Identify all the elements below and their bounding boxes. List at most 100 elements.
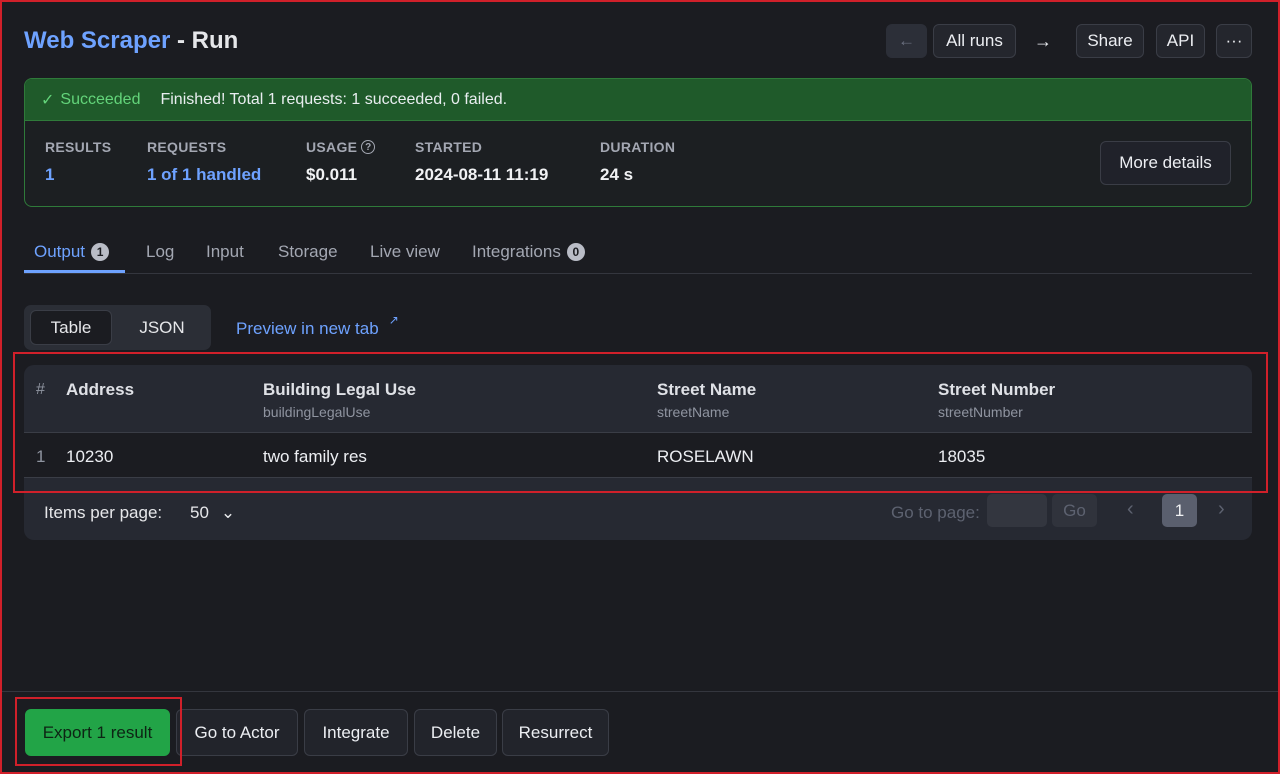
arrow-left-icon: ← (898, 31, 915, 50)
status-state: ✓ Succeeded (41, 90, 140, 110)
table-view-label: Table (50, 317, 92, 337)
stat-requests-value[interactable]: 1 of 1 handled (147, 165, 261, 185)
column-field-name: streetNumber (938, 404, 1023, 420)
stat-duration-value: 24 s (600, 165, 634, 184)
page-name: Run (191, 27, 239, 54)
chevron-left-icon: ‹ (1127, 498, 1134, 520)
resurrect-label: Resurrect (518, 722, 593, 742)
stat-started-value: 2024-08-11 11:19 (415, 165, 549, 184)
action-footer: Export 1 result Go to Actor Integrate De… (0, 691, 1280, 774)
index-column-header: # (36, 381, 45, 398)
items-per-page-select[interactable]: 50 ⌄ (190, 503, 235, 523)
tab-integrations-label: Integrations (472, 242, 561, 261)
next-page-button[interactable]: › (1218, 498, 1225, 521)
prev-page-button[interactable]: ‹ (1127, 498, 1134, 521)
preview-in-new-tab-link[interactable]: Preview in new tab ↗ (236, 313, 399, 339)
json-view-button[interactable]: JSON (120, 310, 204, 345)
help-icon[interactable]: ? (361, 140, 376, 154)
stat-requests-label: REQUESTS (147, 139, 227, 155)
all-runs-button[interactable]: All runs (933, 24, 1016, 58)
more-actions-button[interactable]: ··· (1216, 24, 1252, 58)
actor-name-link[interactable]: Web Scraper (24, 27, 170, 54)
go-to-page-input[interactable] (987, 494, 1047, 527)
stat-started: STARTED 2024-08-11 11:19 (415, 139, 548, 185)
api-label: API (1166, 31, 1195, 50)
active-tab-indicator (24, 270, 125, 273)
tab-storage[interactable]: Storage (278, 237, 338, 267)
go-to-actor-button[interactable]: Go to Actor (176, 709, 298, 756)
stat-duration: DURATION 24 s (600, 139, 675, 185)
tab-storage-label: Storage (278, 242, 338, 261)
stat-usage: USAGE ? $0.011 (306, 139, 376, 185)
items-per-page-label: Items per page: (44, 503, 163, 522)
table-header: # Address Building Legal Use buildingLeg… (24, 365, 1252, 433)
next-run-button[interactable]: → (1026, 24, 1060, 58)
resurrect-button[interactable]: Resurrect (502, 709, 609, 756)
page-number-label: 1 (1174, 500, 1185, 520)
run-header: Web Scraper - Run ← All runs → Share API… (24, 24, 1256, 60)
tab-input[interactable]: Input (206, 237, 244, 267)
items-per-page-value: 50 (190, 503, 209, 522)
results-table: # Address Building Legal Use buildingLeg… (24, 365, 1252, 540)
external-link-icon: ↗ (388, 313, 399, 327)
table-row: 1 10230 two family res ROSELAWN 18035 (24, 433, 1252, 478)
tab-live-view-label: Live view (370, 242, 440, 261)
integrate-button[interactable]: Integrate (304, 709, 408, 756)
column-header-building-legal-use[interactable]: Building Legal Use buildingLegalUse (263, 380, 416, 420)
json-view-label: JSON (139, 317, 185, 337)
export-results-button[interactable]: Export 1 result (25, 709, 170, 756)
cell-street-number: 18035 (938, 447, 986, 466)
integrate-label: Integrate (322, 722, 390, 742)
tab-integrations[interactable]: Integrations 0 (472, 237, 585, 267)
tab-live-view[interactable]: Live view (370, 237, 440, 267)
view-toggle: Table JSON (24, 305, 211, 350)
column-title: Street Number (938, 380, 1056, 399)
column-title: Address (66, 380, 135, 399)
stat-requests: REQUESTS 1 of 1 handled (147, 139, 261, 185)
previous-run-button[interactable]: ← (886, 24, 927, 58)
go-button[interactable]: Go (1052, 494, 1097, 527)
share-label: Share (1087, 31, 1133, 50)
stat-started-label: STARTED (415, 139, 483, 155)
column-header-street-number[interactable]: Street Number streetNumber (938, 380, 1055, 420)
column-title: Building Legal Use (263, 380, 417, 399)
go-to-actor-label: Go to Actor (194, 722, 280, 742)
stat-usage-label-text: USAGE (306, 139, 358, 155)
tab-log[interactable]: Log (146, 237, 174, 267)
export-label: Export 1 result (42, 722, 153, 742)
cell-address: 10230 (66, 447, 114, 466)
tab-input-label: Input (206, 242, 244, 261)
more-details-button[interactable]: More details (1100, 141, 1231, 185)
tab-log-label: Log (146, 242, 175, 261)
tab-output[interactable]: Output 1 (34, 237, 110, 267)
table-view-button[interactable]: Table (30, 310, 112, 345)
pagination-bar: Items per page: 50 ⌄ Go to page: Go ‹ 1 … (24, 478, 1252, 540)
status-banner: ✓ Succeeded Finished! Total 1 requests: … (25, 79, 1251, 121)
tab-integrations-badge: 0 (566, 243, 585, 261)
column-header-address[interactable]: Address (66, 380, 134, 400)
checkmark-icon: ✓ (41, 91, 55, 109)
status-state-label: Succeeded (60, 90, 141, 108)
stat-results: RESULTS 1 (45, 139, 111, 185)
title-separator: - (170, 27, 192, 54)
preview-link-label: Preview in new tab (236, 319, 379, 338)
run-status-card: ✓ Succeeded Finished! Total 1 requests: … (24, 78, 1252, 207)
cell-building-legal-use: two family res (263, 447, 367, 466)
share-button[interactable]: Share (1076, 24, 1144, 58)
status-message: Finished! Total 1 requests: 1 succeeded,… (160, 90, 508, 108)
column-header-street-name[interactable]: Street Name streetName (657, 380, 756, 420)
go-to-page-label: Go to page: (891, 503, 980, 522)
delete-button[interactable]: Delete (414, 709, 497, 756)
stat-results-value[interactable]: 1 (45, 165, 111, 185)
tab-output-badge: 1 (91, 243, 110, 261)
page-number-button[interactable]: 1 (1162, 494, 1197, 527)
stat-usage-label: USAGE ? (306, 139, 376, 155)
cell-street-name: ROSELAWN (657, 447, 754, 466)
stat-results-label: RESULTS (45, 139, 112, 155)
column-title: Street Name (657, 380, 757, 399)
ellipsis-icon: ··· (1225, 31, 1243, 50)
stat-usage-value: $0.011 (306, 165, 358, 184)
stat-duration-label: DURATION (600, 139, 676, 155)
api-button[interactable]: API (1156, 24, 1205, 58)
row-index: 1 (36, 447, 46, 466)
